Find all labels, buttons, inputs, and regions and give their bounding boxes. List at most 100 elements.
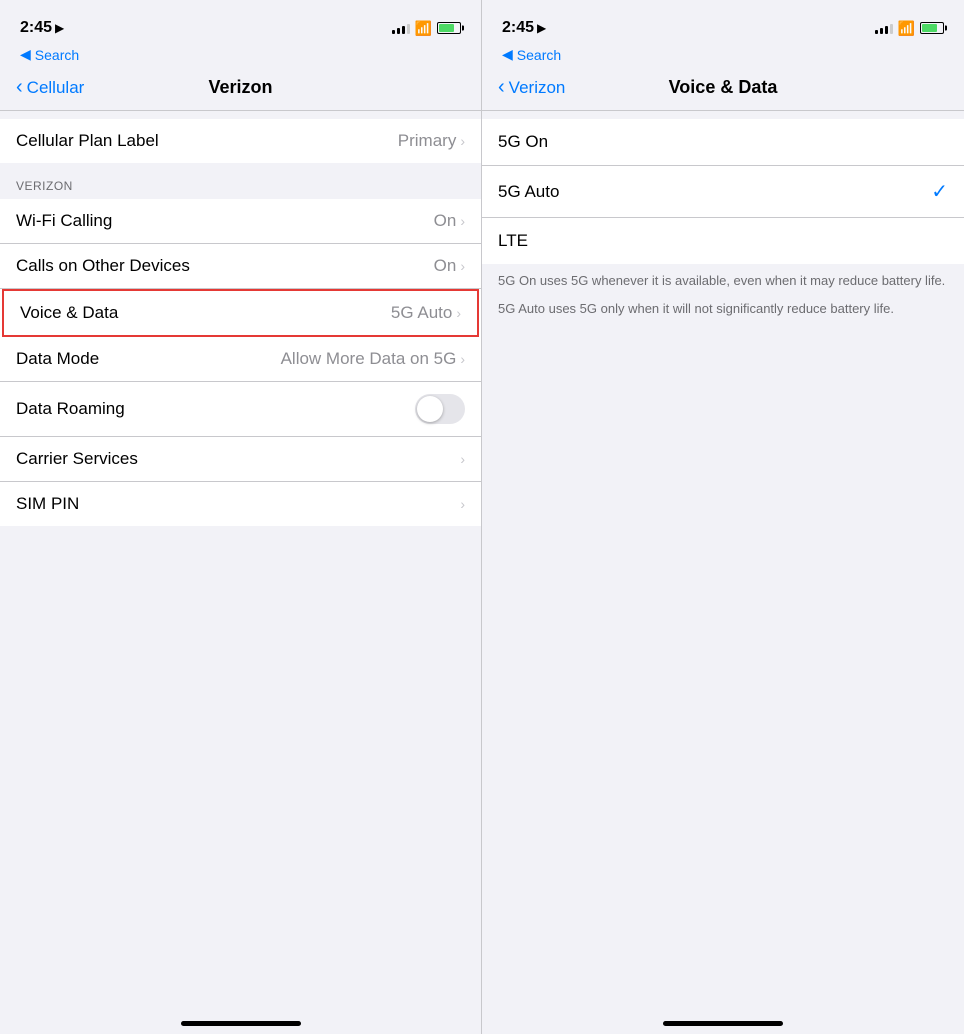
left-status-bar: 2:45 ▶ 📶 — [0, 0, 481, 44]
option-5g-auto-checkmark-icon: ✓ — [931, 179, 948, 204]
voice-data-chevron-icon: › — [456, 305, 461, 321]
data-mode-chevron-icon: › — [460, 351, 465, 367]
info-text-5g-auto: 5G Auto uses 5G only when it will not si… — [498, 300, 948, 318]
right-top-spacer — [482, 111, 964, 119]
right-nav-header: ‹ Verizon Voice & Data — [482, 69, 964, 111]
left-battery-fill — [439, 24, 454, 32]
cellular-plan-item[interactable]: Cellular Plan Label Primary › — [0, 119, 481, 163]
option-5g-auto-label: 5G Auto — [498, 182, 559, 202]
left-battery-icon — [437, 22, 461, 34]
verizon-section-label: VERIZON — [16, 179, 73, 193]
right-signal-bar-3 — [885, 26, 888, 34]
right-search-back-arrow: ◀ — [502, 46, 513, 63]
right-location-icon: ▶ — [537, 21, 546, 35]
voice-data-value: 5G Auto — [391, 303, 452, 323]
left-home-bar — [181, 1021, 301, 1026]
calls-other-devices-chevron-icon: › — [460, 258, 465, 274]
wifi-calling-item[interactable]: Wi-Fi Calling On › — [0, 199, 481, 244]
right-battery-icon — [920, 22, 944, 34]
carrier-services-chevron-icon: › — [460, 451, 465, 467]
verizon-section-header: VERIZON — [0, 171, 481, 199]
calls-other-devices-label: Calls on Other Devices — [16, 256, 190, 276]
data-mode-value-group: Allow More Data on 5G › — [281, 349, 465, 369]
cellular-plan-value-group: Primary › — [398, 131, 465, 151]
cellular-plan-section: Cellular Plan Label Primary › — [0, 119, 481, 163]
left-phone-panel: 2:45 ▶ 📶 ◀ Search ‹ Cellular Verizon — [0, 0, 482, 1034]
right-nav-title: Voice & Data — [669, 77, 778, 98]
signal-bar-3 — [402, 26, 405, 34]
left-search-back-arrow: ◀ — [20, 46, 31, 63]
left-back-chevron-icon: ‹ — [16, 76, 23, 99]
left-signal-bars — [392, 22, 410, 34]
left-search-bar: ◀ Search — [0, 44, 481, 69]
voice-data-options-list: 5G On 5G Auto ✓ LTE — [482, 119, 964, 264]
signal-bar-1 — [392, 30, 395, 34]
verizon-settings-list: Wi-Fi Calling On › Calls on Other Device… — [0, 199, 481, 526]
right-home-bar — [663, 1021, 783, 1026]
data-mode-item[interactable]: Data Mode Allow More Data on 5G › — [0, 337, 481, 382]
right-signal-bar-2 — [880, 28, 883, 34]
data-mode-label: Data Mode — [16, 349, 99, 369]
left-nav-back-label: Cellular — [27, 78, 85, 98]
right-status-bar: 2:45 ▶ 📶 — [482, 0, 964, 44]
data-mode-value: Allow More Data on 5G — [281, 349, 457, 369]
voice-data-label: Voice & Data — [20, 303, 118, 323]
right-battery-fill — [922, 24, 937, 32]
right-status-icons: 📶 — [875, 20, 944, 37]
sim-pin-item[interactable]: SIM PIN › — [0, 482, 481, 526]
right-back-chevron-icon: ‹ — [498, 76, 505, 99]
left-nav-header: ‹ Cellular Verizon — [0, 69, 481, 111]
sim-pin-chevron-icon: › — [460, 496, 465, 512]
sim-pin-value-group: › — [460, 496, 465, 512]
right-nav-back[interactable]: ‹ Verizon — [498, 76, 565, 99]
signal-bar-4 — [407, 24, 410, 34]
cellular-plan-value: Primary — [398, 131, 457, 151]
option-5g-auto[interactable]: 5G Auto ✓ — [482, 166, 964, 218]
data-roaming-toggle[interactable] — [415, 394, 465, 424]
cellular-plan-label: Cellular Plan Label — [16, 131, 159, 151]
right-phone-panel: 2:45 ▶ 📶 ◀ Search ‹ Verizon Voice & Data — [482, 0, 964, 1034]
right-search-label[interactable]: Search — [517, 47, 561, 63]
left-top-spacer — [0, 111, 481, 119]
data-roaming-item[interactable]: Data Roaming — [0, 382, 481, 437]
right-time: 2:45 — [502, 19, 534, 37]
calls-other-devices-value-group: On › — [434, 256, 465, 276]
data-roaming-label: Data Roaming — [16, 399, 125, 419]
right-signal-bars — [875, 22, 893, 34]
left-nav-title: Verizon — [208, 77, 272, 98]
left-spacer-lg — [0, 526, 481, 1000]
left-spacer-2 — [0, 163, 481, 171]
right-signal-bar-4 — [890, 24, 893, 34]
wifi-calling-value: On — [434, 211, 457, 231]
voice-data-value-group: 5G Auto › — [391, 303, 461, 323]
carrier-services-item[interactable]: Carrier Services › — [0, 437, 481, 482]
calls-other-devices-item[interactable]: Calls on Other Devices On › — [0, 244, 481, 289]
right-search-bar: ◀ Search — [482, 44, 964, 69]
right-spacer-lg — [482, 336, 964, 1000]
left-nav-back[interactable]: ‹ Cellular — [16, 76, 84, 99]
carrier-services-label: Carrier Services — [16, 449, 138, 469]
info-text-5g-on: 5G On uses 5G whenever it is available, … — [498, 272, 948, 290]
left-home-indicator — [0, 1000, 481, 1034]
option-lte-label: LTE — [498, 231, 528, 251]
left-wifi-icon: 📶 — [415, 20, 432, 37]
option-5g-on-label: 5G On — [498, 132, 548, 152]
data-roaming-toggle-knob — [417, 396, 443, 422]
option-5g-on[interactable]: 5G On — [482, 119, 964, 166]
left-status-icons: 📶 — [392, 20, 461, 37]
right-home-indicator — [482, 1000, 964, 1034]
right-nav-back-label: Verizon — [509, 78, 566, 98]
left-time: 2:45 — [20, 19, 52, 37]
wifi-calling-label: Wi-Fi Calling — [16, 211, 112, 231]
wifi-calling-value-group: On › — [434, 211, 465, 231]
cellular-plan-chevron-icon: › — [460, 133, 465, 149]
left-search-label[interactable]: Search — [35, 47, 79, 63]
voice-data-info-section: 5G On uses 5G whenever it is available, … — [482, 264, 964, 336]
sim-pin-label: SIM PIN — [16, 494, 79, 514]
right-signal-bar-1 — [875, 30, 878, 34]
wifi-calling-chevron-icon: › — [460, 213, 465, 229]
voice-data-item[interactable]: Voice & Data 5G Auto › — [2, 289, 479, 337]
option-lte[interactable]: LTE — [482, 218, 964, 264]
carrier-services-value-group: › — [460, 451, 465, 467]
calls-other-devices-value: On — [434, 256, 457, 276]
